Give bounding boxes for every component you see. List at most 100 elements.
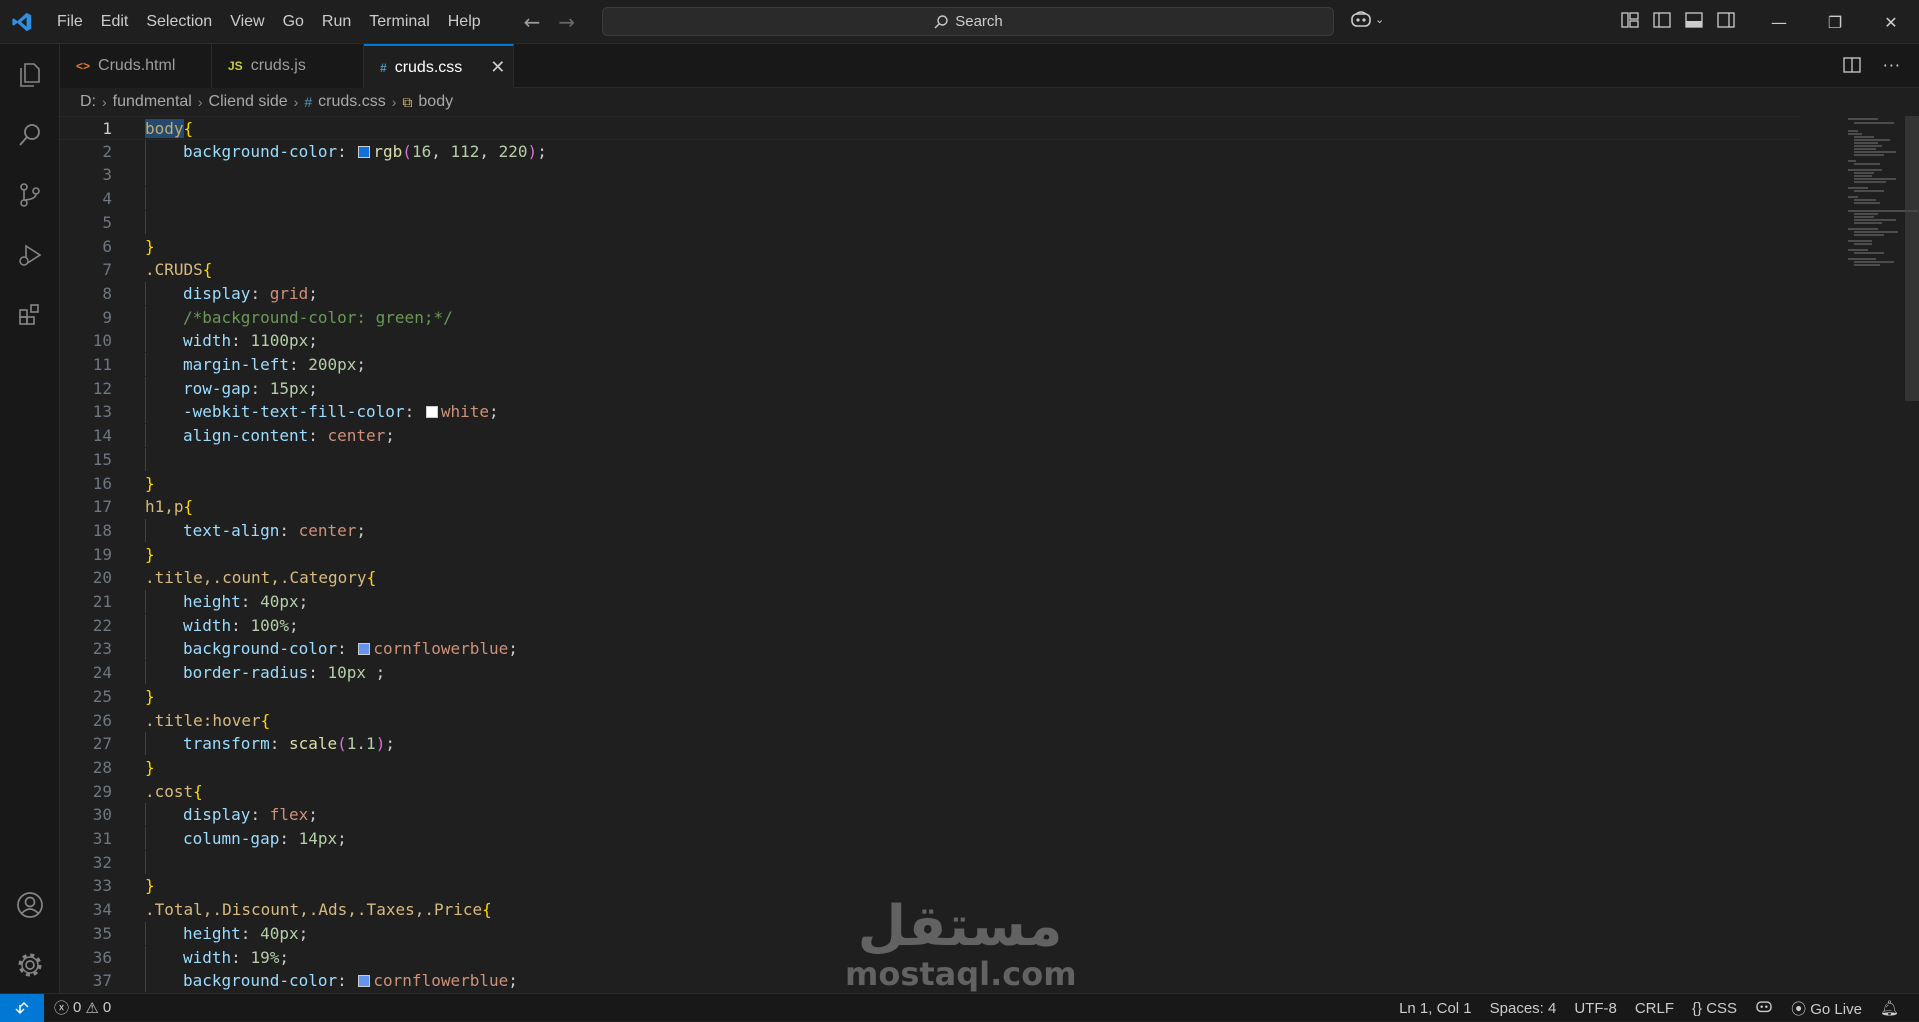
line-number: 20 — [92, 568, 112, 588]
copilot-menu[interactable]: ⌄ — [1350, 10, 1384, 28]
menu-run[interactable]: Run — [313, 8, 360, 36]
toggle-panel-icon[interactable] — [1684, 10, 1706, 32]
css-number: 200px — [308, 355, 357, 374]
code-line: 12 row-gap: 15px; — [60, 376, 1800, 401]
css-selector: .CRUDS — [145, 260, 203, 280]
chevron-right-icon: › — [197, 94, 203, 110]
color-swatch[interactable] — [425, 406, 438, 419]
css-number: 220 — [498, 141, 528, 161]
css-selector: .title:hover — [145, 710, 261, 730]
tab-cruds-html[interactable]: <> Cruds.html — [60, 44, 212, 88]
layout-controls — [1620, 10, 1738, 32]
vertical-scrollbar[interactable] — [1905, 116, 1919, 401]
back-arrow-icon[interactable]: ← — [524, 10, 541, 34]
line-number: 4 — [102, 189, 112, 209]
problems-indicator[interactable]: ⓧ 0 ⚠ 0 — [54, 997, 111, 1018]
explorer-icon[interactable] — [0, 46, 60, 104]
watermark-logo: مستقل mostaql.com — [845, 895, 1077, 993]
command-center-search[interactable]: Search — [602, 7, 1334, 36]
code-line: 3 — [60, 163, 1800, 187]
copilot-status-icon[interactable] — [1755, 999, 1773, 1017]
menu-view[interactable]: View — [221, 8, 273, 36]
extensions-icon[interactable] — [0, 286, 60, 344]
code-line: 1 body{ — [60, 116, 1800, 140]
css-property: width — [183, 947, 232, 967]
toggle-primary-sidebar-icon[interactable] — [1652, 10, 1674, 32]
minimize-icon[interactable]: — — [1751, 0, 1807, 44]
menu-selection[interactable]: Selection — [137, 8, 221, 36]
line-number: 33 — [92, 876, 112, 896]
code-line: 10 width: 1100px; — [60, 329, 1800, 353]
css-number: 19% — [250, 947, 280, 967]
remote-indicator-icon[interactable] — [0, 993, 44, 1022]
line-number: 2 — [102, 141, 112, 161]
breadcrumb-symbol[interactable]: body — [418, 93, 453, 111]
code-editor[interactable]: 1 body{ 2 background-color: rgb(16, 112, 2… — [60, 116, 1919, 993]
code-line: 19} — [60, 543, 1800, 567]
breadcrumb-folder-cliend-side[interactable]: Cliend side — [209, 93, 288, 111]
line-number: 25 — [92, 686, 112, 706]
toggle-secondary-sidebar-icon[interactable] — [1716, 10, 1738, 32]
go-live-button[interactable]: ⦿ Go Live — [1791, 998, 1862, 1019]
status-right: Ln 1, Col 1 Spaces: 4 UTF-8 CRLF {} CSS … — [1399, 994, 1919, 1022]
vscode-logo-icon — [0, 0, 44, 44]
cursor-position[interactable]: Ln 1, Col 1 — [1399, 1000, 1472, 1017]
editor-actions: ··· — [1843, 56, 1901, 78]
watermark-latin: mostaql.com — [845, 955, 1077, 993]
accounts-icon[interactable] — [0, 876, 60, 934]
color-swatch[interactable] — [358, 643, 371, 656]
encoding[interactable]: UTF-8 — [1574, 1000, 1617, 1017]
tab-label: Cruds.html — [98, 57, 176, 74]
breadcrumb-drive[interactable]: D: — [80, 93, 96, 111]
css-value: center — [298, 520, 357, 540]
menu-edit[interactable]: Edit — [92, 8, 138, 36]
close-icon[interactable]: ✕ — [490, 57, 505, 78]
line-number: 36 — [92, 947, 112, 967]
code-line: 23 background-color: cornflowerblue; — [60, 637, 1800, 661]
split-editor-icon[interactable] — [1843, 56, 1861, 78]
css-value: flex — [269, 805, 309, 825]
css-property: background-color — [183, 141, 338, 161]
code-line: 22 width: 100%; — [60, 613, 1800, 638]
title-bar: File Edit Selection View Go Run Terminal… — [0, 0, 1919, 44]
tab-cruds-js[interactable]: JS cruds.js — [212, 44, 364, 88]
code-line: 30 display: flex; — [60, 803, 1800, 827]
customize-layout-icon[interactable] — [1620, 10, 1642, 32]
search-view-icon[interactable] — [0, 106, 60, 164]
breadcrumb-file[interactable]: cruds.css — [318, 93, 386, 111]
end-of-line[interactable]: CRLF — [1635, 1000, 1674, 1017]
broadcast-icon: ⦿ — [1791, 1000, 1807, 1018]
css-property: width — [183, 331, 232, 351]
run-debug-icon[interactable] — [0, 226, 60, 284]
line-number: 24 — [92, 663, 112, 683]
line-number: 35 — [92, 923, 112, 943]
notifications-bell-icon[interactable]: 🔔︎ — [1880, 999, 1899, 1017]
line-number: 30 — [92, 805, 112, 825]
menu-file[interactable]: File — [48, 8, 92, 36]
code-line: 2 background-color: rgb(16, 112, 220); — [60, 139, 1800, 164]
indentation[interactable]: Spaces: 4 — [1490, 1000, 1557, 1017]
manage-gear-icon[interactable] — [0, 936, 60, 994]
menu-terminal[interactable]: Terminal — [360, 8, 438, 36]
language-mode[interactable]: {} CSS — [1692, 1000, 1737, 1017]
restore-icon[interactable]: ❐ — [1807, 0, 1863, 44]
tab-cruds-css[interactable]: # cruds.css ✕ — [364, 44, 514, 89]
source-control-icon[interactable] — [0, 166, 60, 224]
menu-help[interactable]: Help — [439, 8, 490, 36]
forward-arrow-icon[interactable]: → — [558, 10, 575, 34]
line-number: 34 — [92, 900, 112, 920]
menu-go[interactable]: Go — [274, 8, 313, 36]
code-line: 11 margin-left: 200px; — [60, 353, 1800, 377]
warning-icon: ⚠ — [85, 999, 99, 1017]
color-swatch[interactable] — [358, 975, 371, 988]
chevron-right-icon: › — [102, 94, 107, 110]
breadcrumb-folder-fundmental[interactable]: fundmental — [113, 93, 192, 111]
color-swatch[interactable] — [358, 145, 371, 158]
css-number: 40px — [260, 923, 299, 943]
css-number: 112 — [450, 141, 480, 161]
close-window-icon[interactable]: ✕ — [1863, 0, 1919, 44]
line-number: 7 — [102, 260, 112, 280]
line-number: 8 — [102, 283, 112, 303]
more-actions-icon[interactable]: ··· — [1883, 56, 1901, 78]
code-line: 14 align-content: center; — [60, 424, 1800, 448]
